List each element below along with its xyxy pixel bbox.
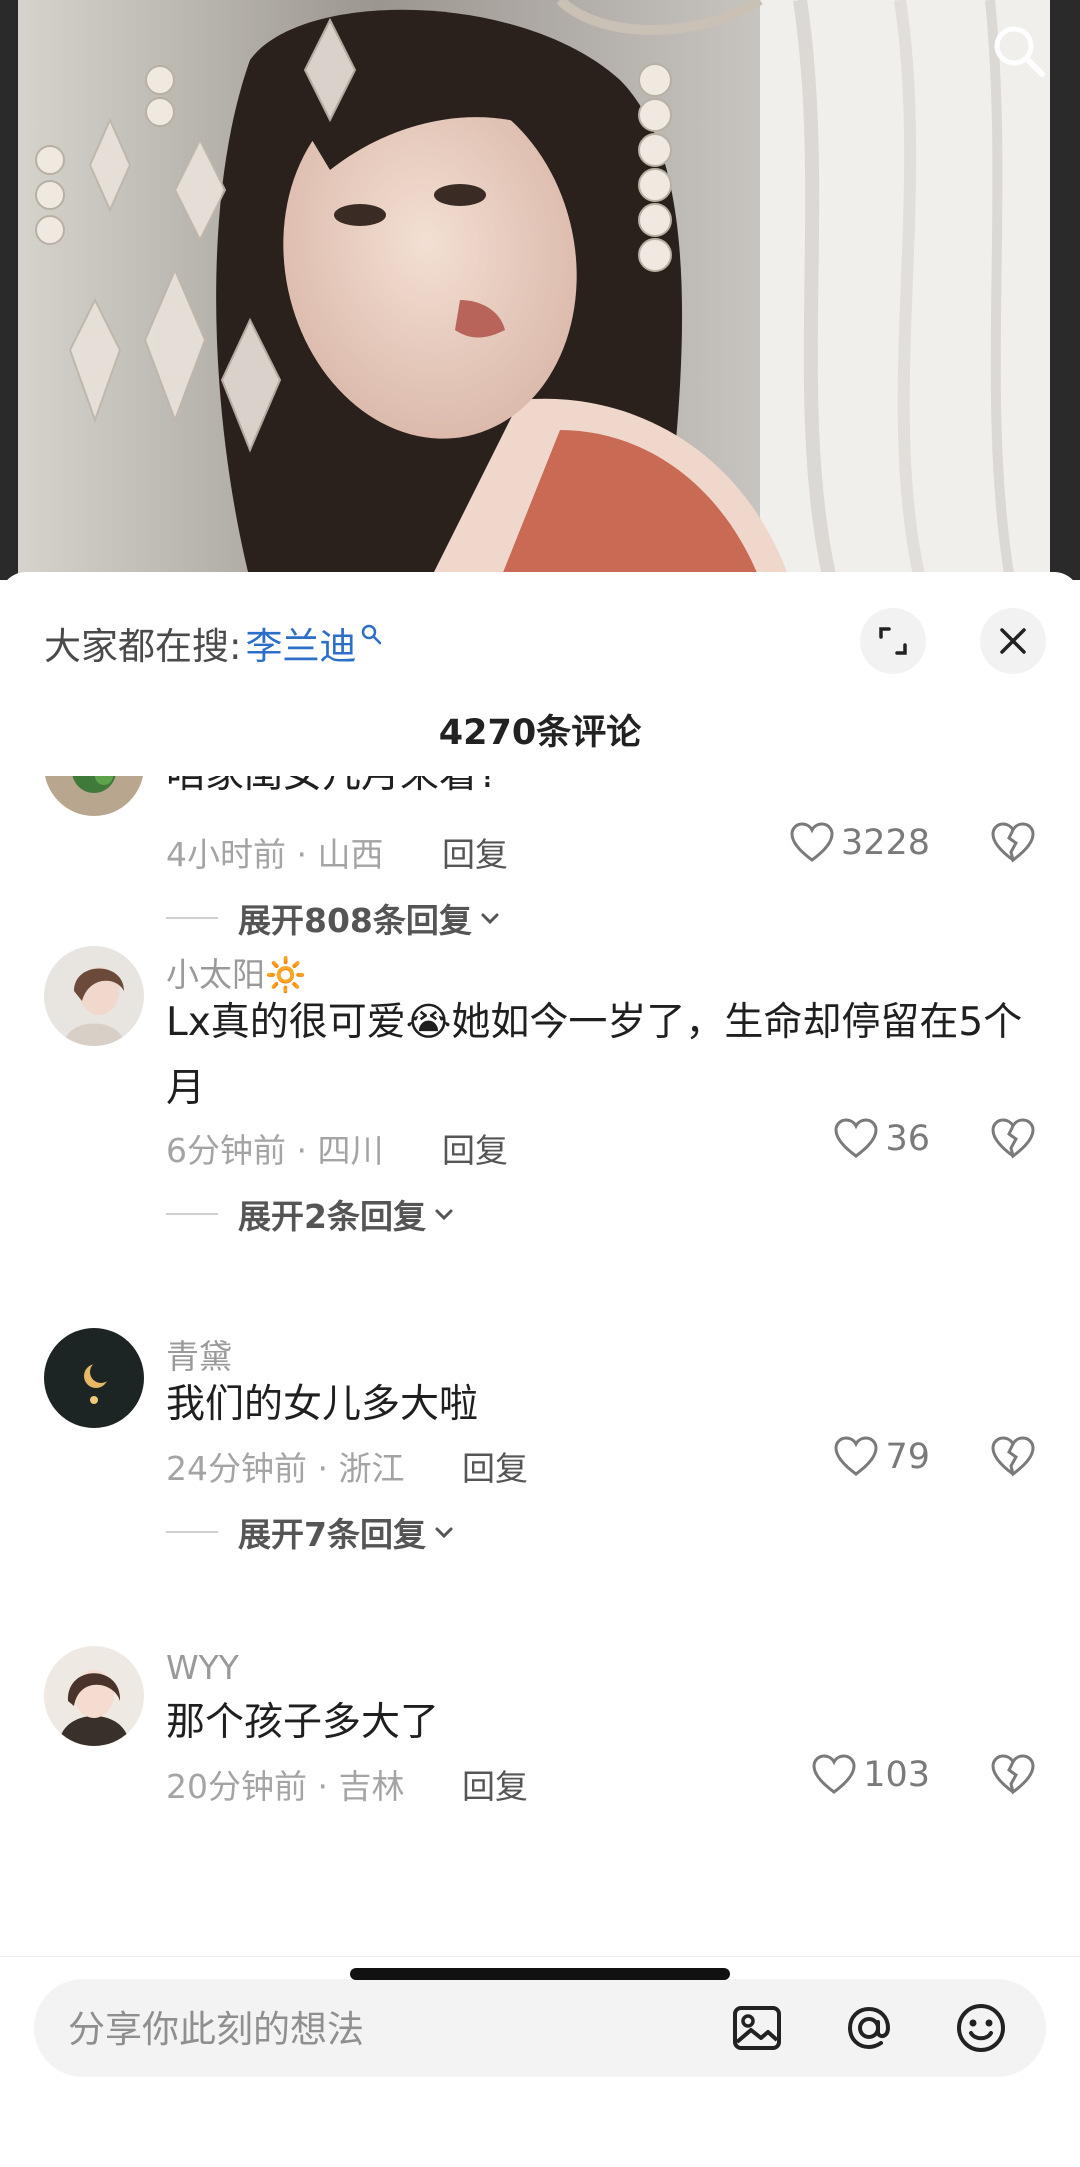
comment-meta: 6分钟前 · 四川 bbox=[166, 1131, 384, 1170]
search-icon bbox=[994, 26, 1045, 77]
chevron-down-icon bbox=[481, 913, 499, 925]
dislike-button[interactable] bbox=[990, 1436, 1036, 1482]
username[interactable]: 小太阳🔆 bbox=[166, 948, 306, 996]
comment-input[interactable] bbox=[66, 1979, 670, 2079]
dislike-button[interactable] bbox=[990, 1754, 1036, 1800]
chevron-down-icon bbox=[435, 1527, 453, 1539]
hot-search-label: 大家都在搜: bbox=[44, 625, 242, 668]
image-button[interactable] bbox=[728, 1999, 786, 2057]
like-count: 103 bbox=[863, 1755, 930, 1795]
avatar[interactable] bbox=[44, 776, 144, 816]
username[interactable]: WYY bbox=[166, 1648, 239, 1687]
emoji-icon bbox=[957, 2004, 1005, 2052]
divider bbox=[166, 1213, 218, 1215]
comment-text: 那个孩子多大了 bbox=[166, 1700, 440, 1745]
reply-button[interactable]: 回复 bbox=[462, 1760, 528, 1808]
broken-heart-icon bbox=[991, 1754, 1035, 1795]
expand-replies-label: 展开808条回复 bbox=[238, 901, 472, 940]
close-button[interactable] bbox=[980, 608, 1046, 674]
fullscreen-button[interactable] bbox=[860, 608, 926, 674]
expand-replies-button[interactable]: 展开808条回复 bbox=[166, 894, 502, 942]
broken-heart-icon bbox=[991, 822, 1035, 863]
comment-meta: 20分钟前 · 吉林 bbox=[166, 1767, 405, 1806]
comment-meta: 24分钟前 · 浙江 bbox=[166, 1449, 405, 1488]
video-preview[interactable] bbox=[0, 0, 1080, 580]
avatar[interactable] bbox=[44, 946, 144, 1046]
comment-meta: 4小时前 · 山西 bbox=[166, 835, 384, 874]
broken-heart-icon bbox=[991, 1118, 1035, 1159]
fullscreen-icon bbox=[879, 627, 907, 655]
mention-button[interactable] bbox=[840, 1999, 898, 2057]
like-button[interactable]: 36 bbox=[833, 1118, 930, 1160]
divider bbox=[166, 917, 218, 919]
dislike-button[interactable] bbox=[990, 1118, 1036, 1164]
heart-icon bbox=[812, 1754, 856, 1794]
comment-list[interactable]: 咱家闺女几月来着? 4小时前 · 山西 回复 3228 展开808条回复 bbox=[0, 776, 1080, 1958]
username[interactable]: 青黛 bbox=[166, 1330, 232, 1378]
close-icon bbox=[1000, 628, 1026, 654]
avatar-image bbox=[44, 946, 144, 1046]
comment-text: 咱家闺女几月来着? bbox=[166, 776, 1046, 808]
hot-search-bar[interactable]: 大家都在搜: 李兰迪 bbox=[44, 616, 382, 670]
avatar-image bbox=[44, 1646, 144, 1746]
reply-button[interactable]: 回复 bbox=[442, 828, 508, 876]
image-icon bbox=[733, 2006, 781, 2050]
comment-input-container[interactable] bbox=[34, 1979, 1046, 2079]
at-icon bbox=[847, 2006, 891, 2050]
expand-replies-button[interactable]: 展开2条回复 bbox=[166, 1190, 456, 1238]
heart-icon bbox=[834, 1118, 878, 1158]
expand-replies-label: 展开2条回复 bbox=[238, 1197, 426, 1236]
search-icon bbox=[362, 624, 382, 645]
like-count: 3228 bbox=[840, 823, 930, 863]
like-button[interactable]: 3228 bbox=[789, 822, 930, 864]
heart-icon bbox=[834, 1436, 878, 1476]
search-button[interactable] bbox=[980, 12, 1058, 90]
expand-replies-label: 展开7条回复 bbox=[238, 1515, 426, 1554]
chevron-down-icon bbox=[435, 1209, 453, 1221]
comment-text: Lx真的很可爱😭她如今一岁了，生命却停留在5个月 bbox=[166, 1000, 1023, 1111]
dislike-button[interactable] bbox=[990, 822, 1036, 868]
like-count: 79 bbox=[885, 1437, 930, 1477]
like-count: 36 bbox=[885, 1119, 930, 1159]
emoji-button[interactable] bbox=[952, 1999, 1010, 2057]
comment-input-bar bbox=[0, 1956, 1080, 2167]
heart-icon bbox=[790, 822, 834, 862]
reply-button[interactable]: 回复 bbox=[462, 1442, 528, 1490]
comment-sheet: 大家都在搜: 李兰迪 4270条评论 4小时前 · 山西 回复 3228 展开8… bbox=[0, 572, 1080, 2167]
avatar-image bbox=[44, 776, 144, 816]
broken-heart-icon bbox=[991, 1436, 1035, 1477]
like-button[interactable]: 103 bbox=[811, 1754, 930, 1796]
hot-search-term[interactable]: 李兰迪 bbox=[245, 616, 356, 670]
divider bbox=[166, 1531, 218, 1533]
video-frame-image bbox=[0, 0, 1080, 580]
like-button[interactable]: 79 bbox=[833, 1436, 930, 1478]
reply-button[interactable]: 回复 bbox=[442, 1124, 508, 1172]
avatar-image bbox=[44, 1328, 144, 1428]
expand-replies-button[interactable]: 展开7条回复 bbox=[166, 1508, 456, 1556]
comment-text: 我们的女儿多大啦 bbox=[166, 1382, 479, 1427]
avatar[interactable] bbox=[44, 1328, 144, 1428]
comment-count: 4270条评论 bbox=[438, 713, 642, 753]
home-indicator[interactable] bbox=[350, 1968, 730, 1980]
avatar[interactable] bbox=[44, 1646, 144, 1746]
